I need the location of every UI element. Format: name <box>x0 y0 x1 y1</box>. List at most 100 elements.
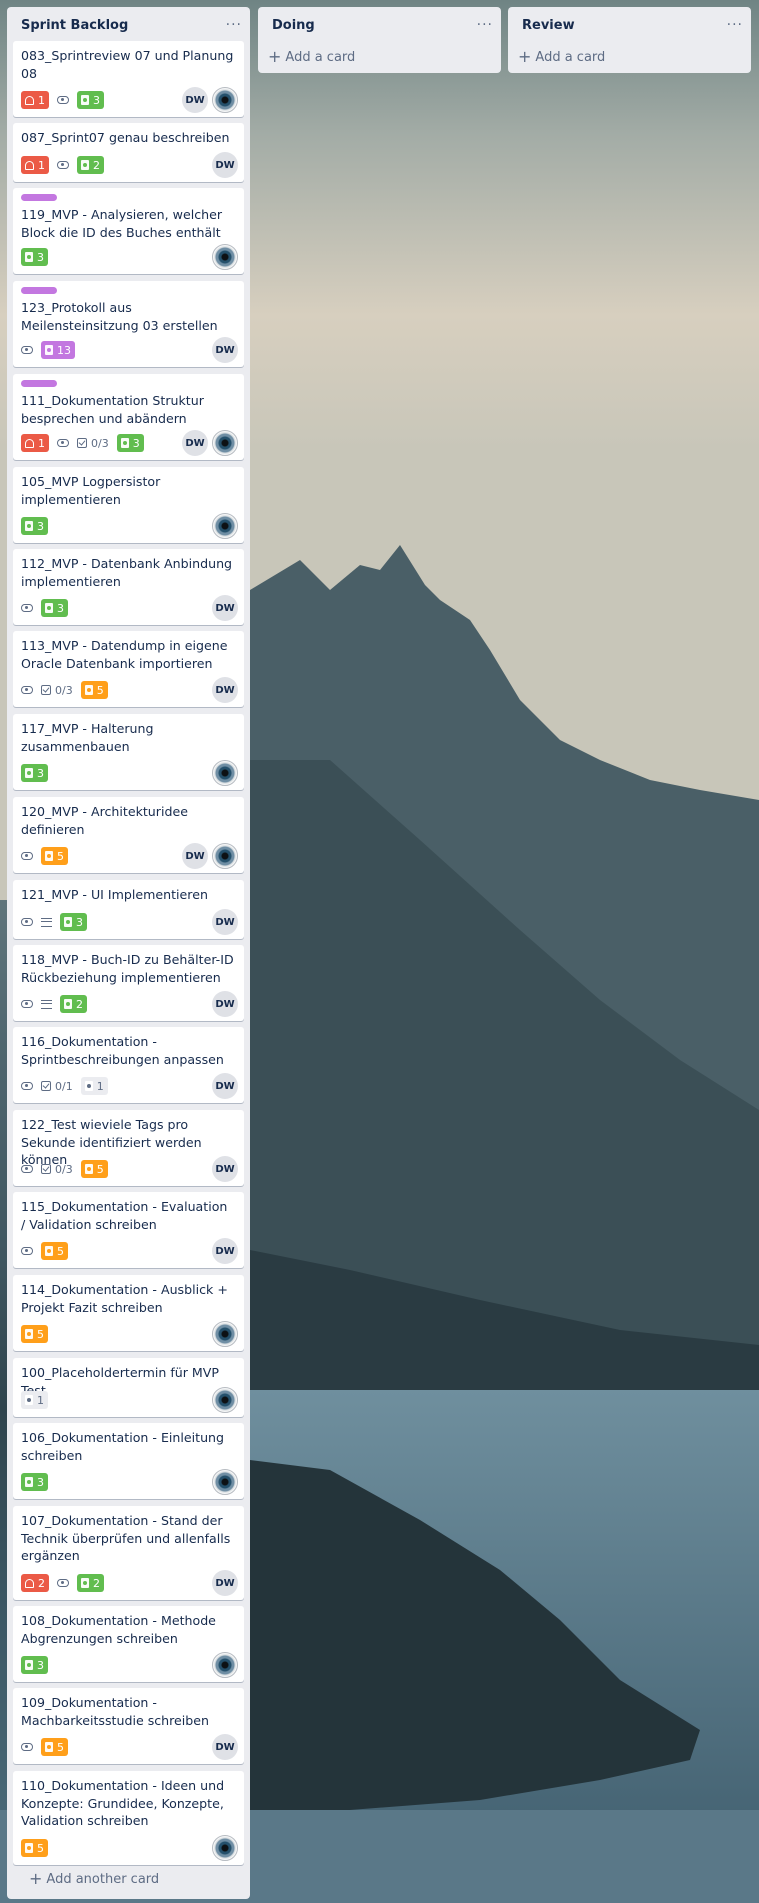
card-title: 110_Dokumentation - Ideen und Konzepte: … <box>21 1778 225 1828</box>
card[interactable]: 087_Sprint07 genau beschreiben 1 2 DW <box>13 123 244 182</box>
avatar-eye[interactable] <box>212 87 238 113</box>
card[interactable]: 111_Dokumentation Struktur besprechen un… <box>13 374 244 460</box>
card[interactable]: 118_MVP - Buch-ID zu Behälter-ID Rückbez… <box>13 945 244 1021</box>
card-label-purple[interactable] <box>21 380 57 387</box>
avatar-eye[interactable] <box>212 843 238 869</box>
avatar-initials[interactable]: DW <box>212 337 238 363</box>
card[interactable]: 112_MVP - Datenbank Anbindung implementi… <box>13 549 244 625</box>
due-badge[interactable]: 1 <box>21 91 49 109</box>
checklist-progress: 0/3 <box>55 1162 73 1176</box>
story-points-badge[interactable]: 3 <box>116 434 144 452</box>
card[interactable]: 120_MVP - Architekturidee definieren 5 DW <box>13 797 244 873</box>
story-points-badge[interactable]: 5 <box>80 681 108 699</box>
add-card-button[interactable]: + Add a card <box>258 45 501 69</box>
story-points-badge[interactable]: 2 <box>77 156 104 174</box>
card-title: 121_MVP - UI Implementieren <box>21 887 208 902</box>
card-badges: 12 <box>21 156 104 174</box>
card[interactable]: 123_Protokoll aus Meilensteinsitzung 03 … <box>13 281 244 367</box>
card[interactable]: 121_MVP - UI Implementieren 3 DW <box>13 880 244 939</box>
avatar-eye[interactable] <box>212 760 238 786</box>
avatar-initials[interactable]: DW <box>212 1734 238 1760</box>
add-another-card-button[interactable]: + Add another card <box>19 1867 169 1891</box>
ellipsis-icon[interactable]: ··· <box>477 18 493 32</box>
story-points-badge[interactable]: 5 <box>41 1242 68 1260</box>
card-label-purple[interactable] <box>21 287 57 294</box>
story-points-badge[interactable]: 5 <box>41 847 68 865</box>
story-points-value: 2 <box>93 158 100 172</box>
ellipsis-icon[interactable]: ··· <box>226 18 242 32</box>
story-points-badge[interactable]: 3 <box>21 764 48 782</box>
story-points-badge[interactable]: 2 <box>77 1574 104 1592</box>
story-points-badge[interactable]: 5 <box>21 1839 48 1857</box>
avatar-initials[interactable]: DW <box>212 909 238 935</box>
avatar-eye[interactable] <box>212 244 238 270</box>
list-title[interactable]: Review <box>522 18 575 33</box>
card-title: 111_Dokumentation Struktur besprechen un… <box>21 393 204 426</box>
card-label-purple[interactable] <box>21 194 57 201</box>
story-points-value: 3 <box>37 250 44 264</box>
card[interactable]: 113_MVP - Datendump in eigene Oracle Dat… <box>13 631 244 707</box>
avatar-eye[interactable] <box>212 1652 238 1678</box>
due-badge[interactable]: 1 <box>21 156 49 174</box>
avatar-eye[interactable] <box>212 1835 238 1861</box>
story-points-badge[interactable]: 13 <box>41 341 75 359</box>
card[interactable]: 114_Dokumentation - Ausblick + Projekt F… <box>13 1275 244 1351</box>
story-points-badge[interactable]: 3 <box>21 517 48 535</box>
card[interactable]: 107_Dokumentation - Stand der Technik üb… <box>13 1506 244 1600</box>
story-points-badge[interactable]: 3 <box>21 248 48 266</box>
list-sprint-backlog: Sprint Backlog ··· 083_Sprintreview 07 u… <box>7 7 250 1899</box>
story-points-badge[interactable]: 3 <box>60 913 87 931</box>
eye-icon <box>21 852 33 860</box>
avatar-eye[interactable] <box>212 513 238 539</box>
card[interactable]: 115_Dokumentation - Evaluation / Validat… <box>13 1192 244 1268</box>
story-points-badge[interactable]: 5 <box>21 1325 48 1343</box>
card[interactable]: 119_MVP - Analysieren, welcher Block die… <box>13 188 244 274</box>
story-points-badge[interactable]: 1 <box>80 1077 108 1095</box>
avatar-eye[interactable] <box>212 430 238 456</box>
card[interactable]: 083_Sprintreview 07 und Planung 08 1 3 DW <box>13 41 244 117</box>
card[interactable]: 110_Dokumentation - Ideen und Konzepte: … <box>13 1771 244 1865</box>
card[interactable]: 100_Placeholdertermin für MVP Test 1 <box>13 1358 244 1417</box>
avatar-initials[interactable]: DW <box>212 677 238 703</box>
story-points-badge[interactable]: 5 <box>41 1738 68 1756</box>
avatar-eye[interactable] <box>212 1387 238 1413</box>
avatar-eye[interactable] <box>212 1469 238 1495</box>
avatar-initials[interactable]: DW <box>182 430 208 456</box>
ellipsis-icon[interactable]: ··· <box>727 18 743 32</box>
card[interactable]: 108_Dokumentation - Methode Abgrenzungen… <box>13 1606 244 1682</box>
description-icon <box>41 999 52 1009</box>
story-points-badge[interactable]: 5 <box>80 1160 108 1178</box>
avatar-initials[interactable]: DW <box>212 1156 238 1182</box>
story-points-badge[interactable]: 3 <box>21 1656 48 1674</box>
list-title[interactable]: Doing <box>272 18 315 33</box>
avatar-initials[interactable]: DW <box>182 843 208 869</box>
avatar-initials[interactable]: DW <box>212 1570 238 1596</box>
avatar-initials[interactable]: DW <box>212 595 238 621</box>
avatar-initials[interactable]: DW <box>212 991 238 1017</box>
card[interactable]: 116_Dokumentation - Sprintbeschreibungen… <box>13 1027 244 1103</box>
avatar-eye[interactable] <box>212 1321 238 1347</box>
story-points-badge[interactable]: 3 <box>21 1473 48 1491</box>
story-points-badge[interactable]: 3 <box>41 599 68 617</box>
checklist-badge: 0/3 <box>41 684 73 697</box>
avatar-initials[interactable]: DW <box>212 1073 238 1099</box>
story-points-value: 5 <box>57 1244 64 1258</box>
add-card-button[interactable]: + Add a card <box>508 45 751 69</box>
story-points-badge[interactable]: 1 <box>21 1391 48 1409</box>
card-badges: 13 <box>21 91 104 109</box>
card[interactable]: 109_Dokumentation - Machbarkeitsstudie s… <box>13 1688 244 1764</box>
avatar-initials[interactable]: DW <box>212 1238 238 1264</box>
card[interactable]: 106_Dokumentation - Einleitung schreiben… <box>13 1423 244 1499</box>
card[interactable]: 122_Test wieviele Tags pro Sekunde ident… <box>13 1110 244 1186</box>
list-title[interactable]: Sprint Backlog <box>21 18 128 33</box>
card[interactable]: 105_MVP Logpersistor implementieren 3 <box>13 467 244 543</box>
list-header: Review ··· <box>508 7 751 43</box>
card[interactable]: 117_MVP - Halterung zusammenbauen 3 <box>13 714 244 790</box>
due-badge[interactable]: 2 <box>21 1574 49 1592</box>
story-points-badge[interactable]: 3 <box>77 91 104 109</box>
avatar-initials[interactable]: DW <box>182 87 208 113</box>
avatar-initials[interactable]: DW <box>212 152 238 178</box>
story-points-badge[interactable]: 2 <box>60 995 87 1013</box>
due-badge[interactable]: 1 <box>21 434 49 452</box>
card-badges: 0/3 5 <box>21 1160 108 1178</box>
